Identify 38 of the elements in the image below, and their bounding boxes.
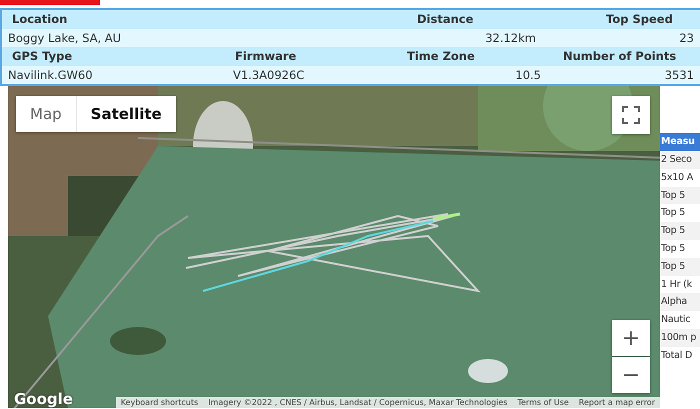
table-cell-text: 32.12km	[484, 31, 537, 45]
column-header: Top Speed	[605, 11, 674, 28]
zoom-out-button[interactable]: −	[612, 357, 650, 393]
table-cell-text: Boggy Lake, SA, AU	[7, 31, 122, 45]
table-cell: 100m p	[660, 328, 700, 347]
map-type-tab[interactable]: Map	[16, 96, 76, 132]
column-header: Location	[11, 11, 68, 28]
table-cell: Top 5	[660, 186, 700, 204]
table-cell-text: V1.3A0926C	[232, 68, 306, 82]
table-cell-text: 1 Hr (k	[660, 278, 693, 292]
attribution-link[interactable]: Keyboard shortcuts	[116, 397, 204, 408]
table-cell-text: Top 5	[660, 242, 686, 256]
fullscreen-button[interactable]	[612, 96, 650, 134]
table-cell-text: Total D	[660, 348, 694, 363]
column-header: Firmware	[234, 48, 298, 65]
column-header: GPS Type	[11, 48, 74, 65]
column-header: Distance	[416, 11, 474, 28]
attribution-link[interactable]: Terms of Use	[512, 397, 574, 408]
table-cell: Top 5	[660, 258, 700, 276]
table-cell-text: 23	[678, 31, 695, 45]
fullscreen-icon	[622, 106, 640, 124]
table-cell: Alpha	[660, 293, 700, 312]
table-cell-text: 3531	[664, 68, 695, 82]
table-cell: 2 Seco	[660, 151, 700, 169]
attribution-text: Imagery ©2022 , CNES / Airbus, Landsat / Copernicus, Maxar Technologies	[207, 397, 508, 408]
zoom-in-button[interactable]: +	[612, 320, 650, 356]
column-header: Time Zone	[406, 48, 476, 65]
attribution-link[interactable]: Report a map error	[574, 397, 660, 408]
table-cell-text: Navilink.GW60	[7, 68, 94, 82]
table-cell-text: 10.5	[514, 68, 542, 82]
table-cell-text: Nautic	[660, 313, 692, 328]
map-logo: Google	[14, 390, 73, 408]
column-header: Measu	[660, 133, 700, 151]
column-header: Number of Points	[562, 48, 678, 65]
table-cell-text: Top 5	[660, 206, 686, 220]
table-cell-text: 5x10 A	[660, 170, 694, 185]
map-type-tab[interactable]: Satellite	[76, 96, 176, 132]
table-cell: Top 5	[660, 222, 700, 240]
